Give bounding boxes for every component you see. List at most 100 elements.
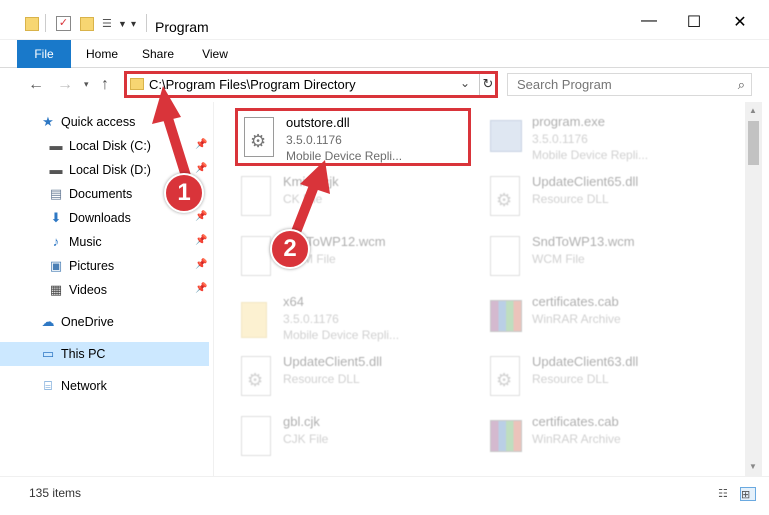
file-type: Resource DLL <box>283 372 360 386</box>
pin-icon[interactable]: 📌 <box>195 211 207 222</box>
file-name: UpdateClient65.dll <box>532 174 639 189</box>
nav-item-onedrive[interactable]: ☁ OneDrive <box>0 310 209 334</box>
new-folder-icon[interactable] <box>80 17 94 31</box>
tab-view[interactable]: View <box>191 40 239 68</box>
tab-share[interactable]: Share <box>134 40 182 68</box>
nav-item-label: OneDrive <box>61 315 114 329</box>
properties-icon[interactable]: ✓ <box>56 16 71 31</box>
nav-item-label: This PC <box>61 347 106 361</box>
callout-step-2: 2 <box>270 229 310 269</box>
file-type: Resource DLL <box>532 192 609 206</box>
scroll-up-icon[interactable]: ▲ <box>749 106 757 115</box>
file-name: x64 <box>283 294 304 309</box>
dropdown-arrow-icon[interactable]: ▾ <box>131 19 136 37</box>
file-version: 3.5.0.1176 <box>532 132 588 146</box>
file-type: CK File <box>283 192 323 206</box>
pin-icon[interactable]: 📌 <box>195 163 207 174</box>
chevron-down-icon[interactable]: ⌄ <box>460 76 470 90</box>
forward-arrow-icon[interactable]: → <box>57 76 73 94</box>
file-item[interactable]: certificates.cab WinRAR Archive <box>484 290 724 346</box>
file-item[interactable]: gbl.cjk CJK File <box>235 410 475 466</box>
ribbon-tabs: File Home Share View <box>0 40 769 68</box>
nav-item-this-pc[interactable]: ▭ This PC <box>0 342 209 366</box>
file-list: ⚙ outstore.dll 3.5.0.1176 Mobile Device … <box>214 102 769 476</box>
chevron-down-icon[interactable]: ▼ <box>118 19 127 37</box>
file-name: SndToWP13.wcm <box>532 234 635 249</box>
pin-icon[interactable]: 📌 <box>195 139 207 150</box>
file-type: WinRAR Archive <box>532 432 621 446</box>
tab-file[interactable]: File <box>17 40 71 68</box>
videos-icon: ▦ <box>49 282 63 297</box>
customize-icon[interactable]: ☰ <box>102 17 116 31</box>
file-item[interactable]: SndToWP12.wcm WCM File <box>235 230 475 286</box>
winrar-archive-icon <box>490 296 522 336</box>
file-item[interactable]: program.exe 3.5.0.1176 Mobile Device Rep… <box>484 110 724 166</box>
status-bar: 135 items ☷ ⊞ <box>0 476 769 515</box>
nav-item-label: Downloads <box>69 211 131 225</box>
nav-item-label: Documents <box>69 187 133 201</box>
nav-item-label: Videos <box>69 283 107 297</box>
file-type: WinRAR Archive <box>532 312 621 326</box>
folder-icon <box>241 296 273 338</box>
item-count: 135 items <box>29 486 82 500</box>
search-icon[interactable]: ⌕ <box>738 77 745 93</box>
minimize-button[interactable]: — <box>634 12 664 36</box>
tab-home[interactable]: Home <box>78 40 126 68</box>
nav-item-network[interactable]: ⌸ Network <box>0 374 209 398</box>
navigation-pane: ★ Quick access ▬ Local Disk (C:) 📌 ▬ Loc… <box>0 102 214 476</box>
pin-icon[interactable]: 📌 <box>195 283 207 294</box>
document-icon <box>241 176 273 216</box>
separator <box>146 14 147 32</box>
refresh-icon[interactable]: ↻ <box>479 74 496 95</box>
exe-file-icon <box>490 116 522 156</box>
nav-item-local-disk-c[interactable]: ▬ Local Disk (C:) 📌 <box>0 134 209 158</box>
nav-item-quick-access[interactable]: ★ Quick access <box>0 110 209 134</box>
pin-icon[interactable]: 📌 <box>195 235 207 246</box>
folder-icon <box>25 17 39 31</box>
file-version: 3.5.0.1176 <box>286 133 342 147</box>
document-icon <box>490 236 522 276</box>
computer-icon: ▭ <box>41 346 55 361</box>
up-arrow-icon[interactable]: ↑ <box>101 76 109 94</box>
title-bar: ✓ ☰ ▼ ▾ Program — ☐ ✕ <box>0 0 769 40</box>
maximize-button[interactable]: ☐ <box>679 12 709 36</box>
scroll-thumb[interactable] <box>748 121 759 165</box>
pin-icon[interactable]: 📌 <box>195 259 207 270</box>
documents-icon: ▤ <box>49 186 63 201</box>
file-type: WCM File <box>532 252 585 266</box>
search-box[interactable]: ⌕ <box>507 73 752 96</box>
nav-item-music[interactable]: ♪ Music 📌 <box>0 230 209 254</box>
separator <box>45 14 46 32</box>
file-item[interactable]: ⚙ UpdateClient63.dll Resource DLL <box>484 350 724 406</box>
file-name: outstore.dll <box>286 115 350 130</box>
dll-file-icon: ⚙ <box>490 356 522 396</box>
file-name: UpdateClient63.dll <box>532 354 639 369</box>
file-item[interactable]: SndToWP13.wcm WCM File <box>484 230 724 286</box>
winrar-archive-icon <box>490 416 522 456</box>
file-name: program.exe <box>532 114 605 129</box>
address-bar[interactable]: C:\Program Files\Program Directory ⌄ ↻ <box>124 71 498 98</box>
vertical-scrollbar[interactable]: ▲ ▼ <box>745 102 762 476</box>
file-item[interactable]: ⚙ UpdateClient5.dll Resource DLL <box>235 350 475 406</box>
nav-item-videos[interactable]: ▦ Videos 📌 <box>0 278 209 302</box>
address-path[interactable]: C:\Program Files\Program Directory <box>149 77 356 92</box>
close-button[interactable]: ✕ <box>725 12 755 36</box>
file-name: gbl.cjk <box>283 414 320 429</box>
back-arrow-icon[interactable]: ← <box>28 76 44 94</box>
file-type: Resource DLL <box>532 372 609 386</box>
file-item[interactable]: Kmin.ccjk CK File <box>235 170 475 226</box>
file-item[interactable]: x64 3.5.0.1176 Mobile Device Repli... <box>235 290 475 346</box>
file-version: 3.5.0.1176 <box>283 312 339 326</box>
recent-locations-icon[interactable]: ▾ <box>84 79 89 90</box>
scroll-down-icon[interactable]: ▼ <box>749 462 757 471</box>
file-description: Mobile Device Repli... <box>532 148 649 162</box>
file-item[interactable]: ⚙ UpdateClient65.dll Resource DLL <box>484 170 724 226</box>
download-icon: ⬇ <box>50 210 62 225</box>
details-view-icon[interactable]: ☷ <box>718 487 734 501</box>
file-item[interactable]: certificates.cab WinRAR Archive <box>484 410 724 466</box>
document-icon <box>241 416 273 456</box>
file-item-outstore-dll[interactable]: ⚙ outstore.dll 3.5.0.1176 Mobile Device … <box>235 108 471 166</box>
nav-item-pictures[interactable]: ▣ Pictures 📌 <box>0 254 209 278</box>
search-input[interactable] <box>508 74 728 95</box>
large-icons-view-icon[interactable]: ⊞ <box>740 487 756 501</box>
